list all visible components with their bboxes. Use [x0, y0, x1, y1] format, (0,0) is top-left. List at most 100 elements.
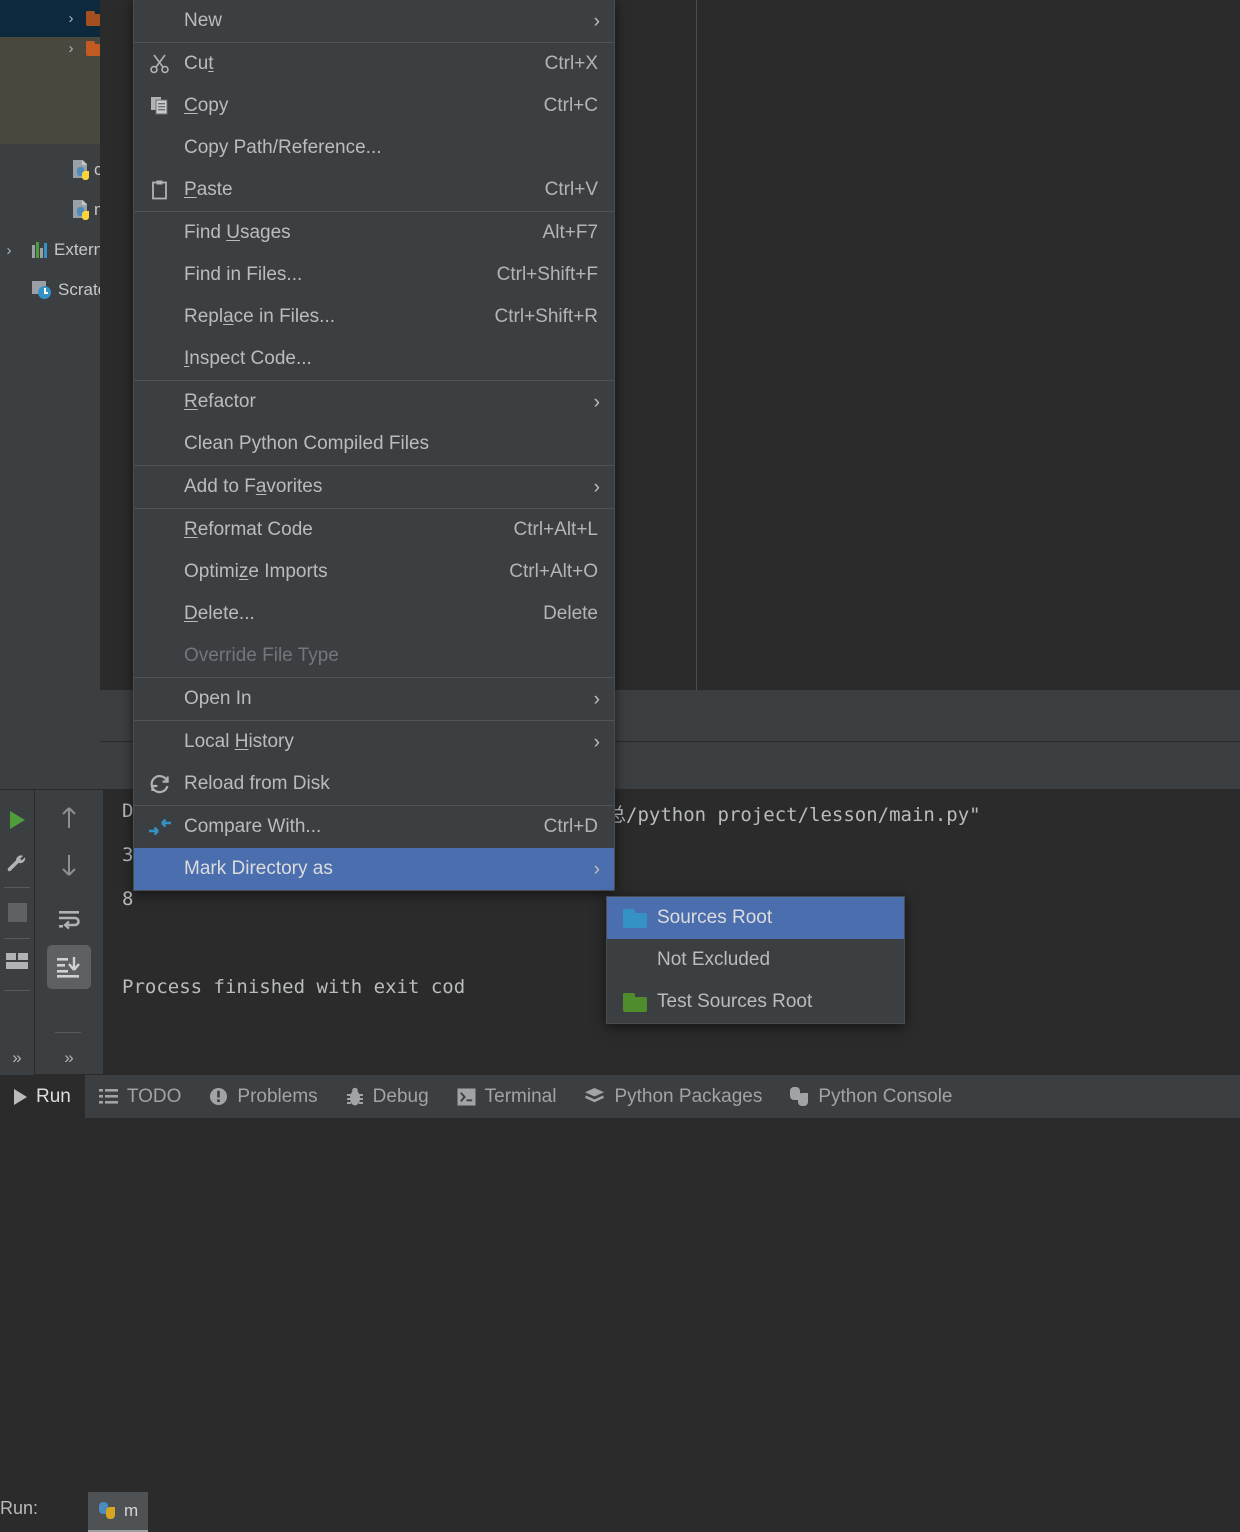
tree-row-folder[interactable]: ›	[0, 28, 100, 68]
menu-item-accelerator: Ctrl+Shift+R	[494, 306, 598, 327]
mark-directory-as-submenu[interactable]: Sources Root Not Excluded Test Sources R…	[606, 896, 905, 1024]
tree-row-scratches[interactable]: Scratc	[0, 270, 100, 310]
bottom-tab-python-packages[interactable]: Python Packages	[570, 1075, 776, 1118]
bottom-tab-label: Run	[36, 1086, 71, 1107]
compare-icon	[146, 806, 174, 848]
submenu-item-not-excluded[interactable]: Not Excluded	[607, 939, 904, 981]
scroll-to-end-button[interactable]	[47, 945, 91, 989]
menu-item-local-history[interactable]: Local History ›	[134, 721, 614, 763]
menu-item-label: Mark Directory as	[184, 858, 333, 879]
chevron-right-icon: ›	[593, 858, 600, 880]
chevron-right-icon: ›	[593, 476, 600, 498]
bottom-tab-todo[interactable]: TODO	[85, 1075, 196, 1118]
menu-item-label: Cut	[184, 53, 214, 74]
menu-item-label: Compare With...	[184, 816, 322, 837]
bottom-tab-terminal[interactable]: Terminal	[443, 1075, 571, 1118]
run-toolbar-primary[interactable]: »	[0, 790, 34, 1080]
wrench-icon	[7, 855, 26, 872]
menu-item-accelerator: Ctrl+V	[544, 179, 598, 200]
scissors-icon	[146, 43, 174, 85]
next-occurrence-button[interactable]	[52, 845, 86, 885]
bottom-tab-label: Debug	[372, 1086, 429, 1107]
menu-item-replace-in-files[interactable]: Replace in Files... Ctrl+Shift+R	[134, 296, 614, 338]
menu-item-open-in[interactable]: Open In ›	[134, 678, 614, 720]
menu-item-compare-with[interactable]: Compare With... Ctrl+D	[134, 806, 614, 848]
chevron-right-icon[interactable]: ›	[0, 242, 18, 259]
bottom-tab-label: TODO	[126, 1086, 182, 1107]
menu-item-find-usages[interactable]: Find Usages Alt+F7	[134, 212, 614, 254]
chevron-right-icon[interactable]: ›	[62, 40, 80, 57]
menu-item-optimize-imports[interactable]: Optimize Imports Ctrl+Alt+O	[134, 551, 614, 593]
tree-row-ca-py[interactable]: ca	[0, 150, 100, 190]
submenu-item-test-sources-root[interactable]: Test Sources Root	[607, 981, 904, 1023]
todo-list-icon	[98, 1089, 118, 1104]
project-tree[interactable]: › lib › @	[0, 0, 100, 745]
bottom-tab-debug[interactable]: Debug	[332, 1075, 443, 1118]
bottom-tab-problems[interactable]: Problems	[195, 1075, 331, 1118]
menu-item-label: Local History	[184, 731, 294, 752]
menu-item-cut[interactable]: Cut Ctrl+X	[134, 43, 614, 85]
ide-window: › lib › @	[0, 0, 1240, 1532]
menu-item-reload-from-disk[interactable]: Reload from Disk	[134, 763, 614, 805]
menu-item-label: Reformat Code	[184, 519, 313, 540]
menu-item-copy[interactable]: Copy Ctrl+C	[134, 85, 614, 127]
tree-item-label: ca	[94, 160, 100, 179]
menu-item-clean-python-compiled-files[interactable]: Clean Python Compiled Files	[134, 423, 614, 465]
stop-icon	[7, 902, 27, 922]
menu-item-inspect-code[interactable]: Inspect Code...	[134, 338, 614, 380]
menu-item-mark-directory-as[interactable]: Mark Directory as ›	[134, 848, 614, 890]
previous-occurrence-button[interactable]	[52, 798, 86, 838]
menu-item-label: Delete...	[184, 603, 255, 624]
menu-item-find-in-files[interactable]: Find in Files... Ctrl+Shift+F	[134, 254, 614, 296]
more-options-button[interactable]: »	[52, 1038, 86, 1078]
context-menu[interactable]: New › Cut Ctrl+X Copy Ctrl+C Copy Path/R…	[133, 0, 615, 891]
tree-row-text-file[interactable]	[0, 110, 100, 150]
folder-icon	[86, 40, 100, 56]
menu-item-accelerator: Delete	[543, 603, 598, 624]
bottom-tab-label: Python Packages	[614, 1086, 763, 1107]
menu-item-label: New	[184, 10, 223, 31]
tree-row-external-libraries[interactable]: › Extern	[0, 230, 101, 270]
edit-configurations-button[interactable]	[0, 845, 34, 885]
menu-item-add-to-favorites[interactable]: Add to Favorites ›	[134, 466, 614, 508]
chevron-right-icon: ›	[593, 731, 600, 753]
chevron-right-icon: ›	[593, 688, 600, 710]
terminal-icon	[457, 1087, 476, 1106]
bottom-tab-label: Terminal	[484, 1086, 557, 1107]
menu-item-label: Inspect Code...	[184, 348, 312, 369]
stop-button[interactable]	[0, 892, 34, 932]
bottom-tool-window-bar[interactable]: Run TODO Problems Debug Terminal Python …	[0, 1075, 1240, 1118]
bottom-tab-python-console[interactable]: Python Console	[776, 1075, 966, 1118]
rerun-button[interactable]	[0, 800, 34, 840]
menu-item-label: Reload from Disk	[184, 773, 330, 794]
run-toolbar-secondary[interactable]: »	[35, 790, 103, 1080]
bottom-tab-run[interactable]: Run	[0, 1075, 85, 1118]
console-line: 3	[122, 844, 134, 866]
menu-item-override-file-type: Override File Type	[134, 635, 614, 677]
run-header-label: Run:	[0, 1498, 39, 1518]
run-configuration-tab[interactable]: m	[88, 1492, 149, 1532]
submenu-item-sources-root[interactable]: Sources Root	[607, 897, 904, 939]
editor-text-pane[interactable]	[697, 0, 1240, 690]
chevron-right-icon[interactable]: ›	[62, 10, 80, 27]
menu-item-copy-path-reference[interactable]: Copy Path/Reference...	[134, 127, 614, 169]
menu-item-delete[interactable]: Delete... Delete	[134, 593, 614, 635]
layout-settings-button[interactable]	[0, 942, 34, 982]
packages-icon	[585, 1087, 605, 1103]
menu-item-reformat-code[interactable]: Reformat Code Ctrl+Alt+L	[134, 509, 614, 551]
chevron-right-icon: ›	[593, 10, 600, 32]
tree-row-main-py[interactable]: ma	[0, 190, 100, 230]
menu-item-label: Refactor	[184, 391, 256, 412]
submenu-item-label: Not Excluded	[657, 949, 771, 970]
menu-item-label: Override File Type	[184, 645, 339, 666]
python-icon	[790, 1087, 809, 1106]
menu-item-accelerator: Ctrl+Shift+F	[496, 264, 598, 285]
menu-item-new[interactable]: New ›	[134, 0, 614, 42]
menu-item-refactor[interactable]: Refactor ›	[134, 381, 614, 423]
menu-item-paste[interactable]: Paste Ctrl+V	[134, 169, 614, 211]
paste-icon	[146, 169, 174, 211]
python-file-icon	[72, 200, 90, 220]
soft-wrap-button[interactable]	[52, 900, 86, 940]
tree-row-init-file[interactable]: @	[0, 72, 100, 112]
bottom-tab-label: Problems	[237, 1086, 318, 1107]
